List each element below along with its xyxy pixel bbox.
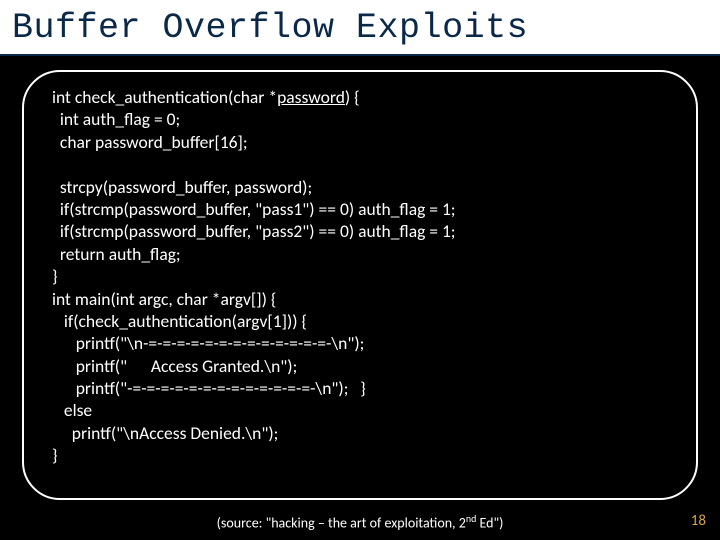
code-line: if(strcmp(password_buffer, "pass1") == 0…	[52, 198, 456, 220]
code-line: int auth_flag = 0;	[52, 108, 180, 130]
code-line: }	[52, 444, 58, 466]
code-line: printf("-=-=-=-=-=-=-=-=-=-=-=-=-=-\n");…	[52, 377, 366, 399]
code-line: }	[52, 265, 58, 287]
code-line: int main(int argc, char *argv[]) {	[52, 288, 276, 310]
source-citation: (source: "hacking – the art of exploitat…	[0, 512, 720, 532]
param-password: password	[277, 86, 345, 108]
code-line: if(strcmp(password_buffer, "pass2") == 0…	[52, 220, 456, 242]
code-line: if(check_authentication(argv[1])) {	[52, 310, 307, 332]
code-line: printf("\nAccess Denied.\n");	[52, 422, 278, 444]
code-line: printf(" Access Granted.\n");	[52, 355, 297, 377]
code-block: int check_authentication(char *password)…	[52, 86, 668, 467]
code-line: int check_authentication(char *password)…	[52, 86, 360, 108]
code-line: else	[52, 399, 92, 421]
code-box: int check_authentication(char *password)…	[22, 70, 698, 500]
code-line: printf("\n-=-=-=-=-=-=-=-=-=-=-=-=-=-\n"…	[52, 332, 364, 354]
page-number: 18	[691, 512, 706, 530]
code-line: return auth_flag;	[52, 243, 181, 265]
code-line: strcpy(password_buffer, password);	[52, 176, 312, 198]
code-line: char password_buffer[16];	[52, 131, 248, 153]
slide: Buffer Overflow Exploits int check_authe…	[0, 0, 720, 540]
slide-title: Buffer Overflow Exploits	[0, 0, 720, 56]
